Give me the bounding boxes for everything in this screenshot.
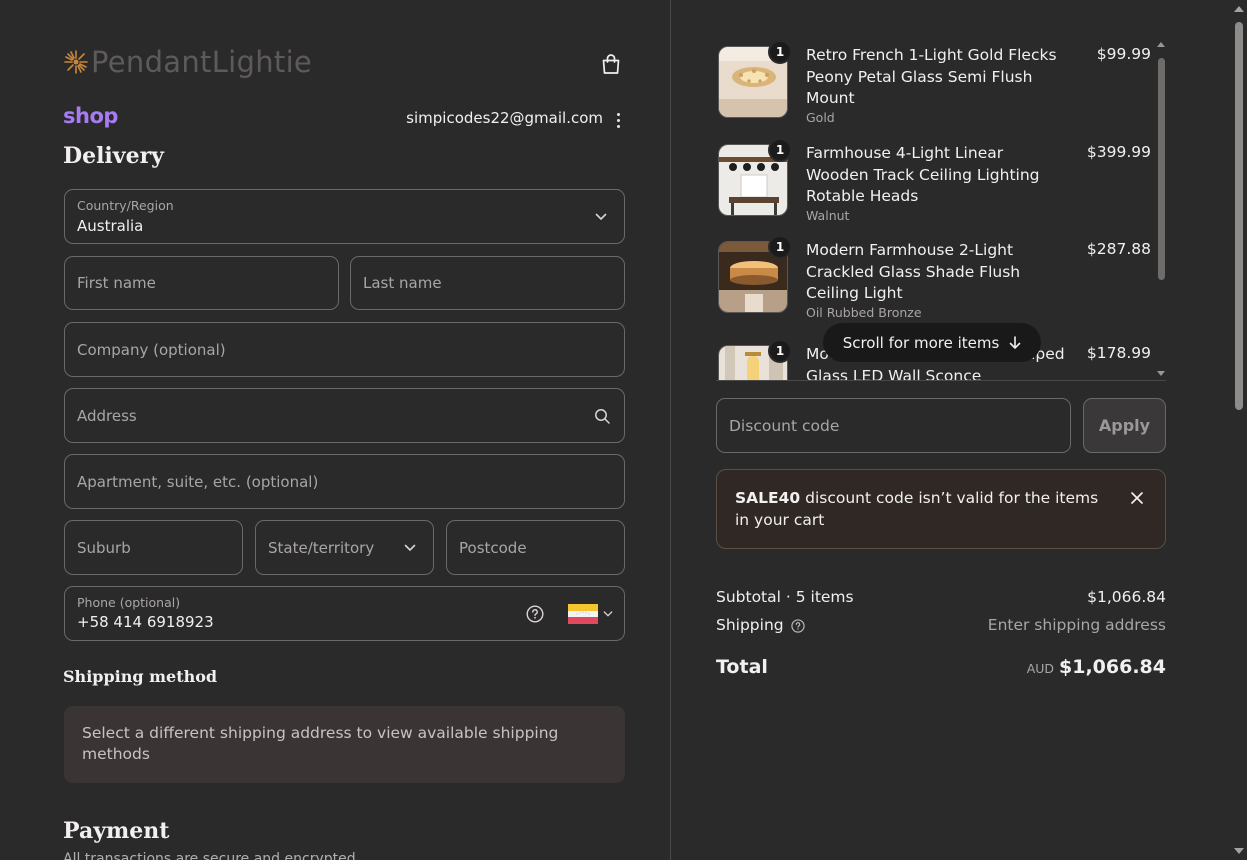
product-title: Retro French 1-Light Gold Flecks Peony P… [806,46,1057,107]
company-placeholder: Company (optional) [77,340,226,359]
product-variant: Gold [806,109,835,125]
cart-item: 1 Retro French 1-Light Gold Flecks Peony… [716,38,1156,128]
cart-list-scrollbar[interactable] [1156,42,1166,376]
shipping-method-heading: Shipping method [63,667,218,686]
total-label: Total [716,656,768,678]
total-row: Total AUD $1,066.84 [716,656,1166,678]
quantity-badge: 1 [768,339,792,363]
phone-value: +58 414 6918923 [77,613,214,631]
currency-code: AUD [1026,661,1055,676]
discount-placeholder: Discount code [729,416,840,435]
order-summary-pane: 1 Retro French 1-Light Gold Flecks Peony… [671,0,1247,860]
shop-pay-logo: shop [63,104,118,128]
scroll-up-arrow-icon[interactable] [1234,6,1244,12]
scroll-more-label: Scroll for more items [842,333,1000,352]
quantity-badge: 1 [768,138,792,162]
state-placeholder: State/territory [268,538,375,557]
page-scrollbar[interactable] [1230,0,1247,860]
discount-code-field[interactable]: Discount code [716,398,1071,453]
product-title: Farmhouse 4-Light Linear Wooden Track Ce… [806,144,1040,205]
scroll-more-button[interactable]: Scroll for more items [823,323,1041,362]
discount-error-alert: SALE40 discount code isn’t valid for the… [716,469,1166,549]
chevron-down-icon [595,213,607,220]
close-icon[interactable] [1129,490,1145,506]
total-value: $1,066.84 [1059,656,1166,678]
product-price: $287.88 [1086,240,1151,258]
subtotal-value: $1,066.84 [1087,588,1166,606]
subtotal-label: Subtotal · 5 items [716,588,854,606]
store-logo-text: PendantLightie [91,45,313,79]
checkout-form-pane: PendantLightie shop simpicodes22@gmail.c… [0,0,670,860]
shipping-value: Enter shipping address [987,616,1166,634]
payment-subtitle: All transactions are secure and encrypte… [63,851,361,860]
scroll-down-arrow-icon[interactable] [1157,371,1165,376]
company-field[interactable]: Company (optional) [64,322,625,377]
quantity-badge: 1 [768,235,792,259]
product-variant: Walnut [806,207,850,223]
shopping-bag-icon[interactable] [599,52,623,76]
product-price: $399.99 [1086,143,1151,161]
delivery-heading: Delivery [63,143,164,169]
phone-label: Phone (optional) [77,595,181,610]
store-logo[interactable]: PendantLightie [63,44,312,80]
last-name-field[interactable]: Last name [350,256,625,310]
first-name-field[interactable]: First name [64,256,339,310]
account-email: simpicodes22@gmail.com [406,109,603,127]
postcode-field[interactable]: Postcode [446,520,625,575]
last-name-placeholder: Last name [363,274,442,292]
country-select[interactable]: Country/Region Australia [64,189,625,244]
state-select[interactable]: State/territory [255,520,434,575]
sun-icon [64,50,88,74]
arrow-down-icon [1009,335,1021,349]
scrollbar-thumb[interactable] [1158,58,1165,280]
product-title: Modern Farmhouse 2-Light Crackled Glass … [806,241,1021,302]
country-label: Country/Region [77,198,174,213]
apartment-field[interactable]: Apartment, suite, etc. (optional) [64,454,625,509]
product-name: Farmhouse 4-Light Linear Wooden Track Ce… [806,143,1066,224]
product-name: Retro French 1-Light Gold Flecks Peony P… [806,45,1066,126]
cart-item: 1 Modern Farmhouse 2-Light Crackled Glas… [716,233,1156,323]
cart-items-list[interactable]: 1 Retro French 1-Light Gold Flecks Peony… [716,38,1166,381]
apply-discount-button[interactable]: Apply [1083,398,1166,453]
suburb-placeholder: Suburb [77,538,131,557]
help-circle-icon[interactable] [526,604,544,623]
address-placeholder: Address [77,406,137,425]
shipping-row: Shipping Enter shipping address [716,616,1166,634]
scroll-down-arrow-icon[interactable] [1234,848,1244,854]
payment-heading: Payment [63,818,170,844]
first-name-placeholder: First name [77,274,156,292]
chevron-down-icon [404,544,416,551]
discount-code-text: SALE40 [735,489,801,507]
cart-item: 1 Farmhouse 4-Light Linear Wooden Track … [716,136,1156,226]
apartment-placeholder: Apartment, suite, etc. (optional) [77,472,319,491]
search-icon [595,408,610,424]
quantity-badge: 1 [768,40,792,64]
suburb-field[interactable]: Suburb [64,520,243,575]
venezuela-flag-icon[interactable] [568,603,598,624]
total-amount: AUD $1,066.84 [1027,656,1166,678]
product-name: Modern Farmhouse 2-Light Crackled Glass … [806,240,1066,321]
product-variant: Oil Rubbed Bronze [806,304,922,320]
country-value: Australia [77,217,144,235]
shipping-label: Shipping [716,616,784,634]
account-menu-icon[interactable] [612,110,624,130]
address-field[interactable]: Address [64,388,625,443]
phone-field[interactable]: Phone (optional) +58 414 6918923 [64,586,625,641]
scrollbar-thumb[interactable] [1235,22,1243,410]
help-circle-icon[interactable] [791,619,805,633]
scroll-up-arrow-icon[interactable] [1157,42,1165,47]
postcode-placeholder: Postcode [459,538,527,557]
product-price: $99.99 [1096,45,1151,63]
product-price: $178.99 [1086,344,1151,362]
subtotal-row: Subtotal · 5 items $1,066.84 [716,588,1166,606]
chevron-down-icon[interactable] [603,610,613,618]
shipping-method-notice: Select a different shipping address to v… [64,706,625,783]
